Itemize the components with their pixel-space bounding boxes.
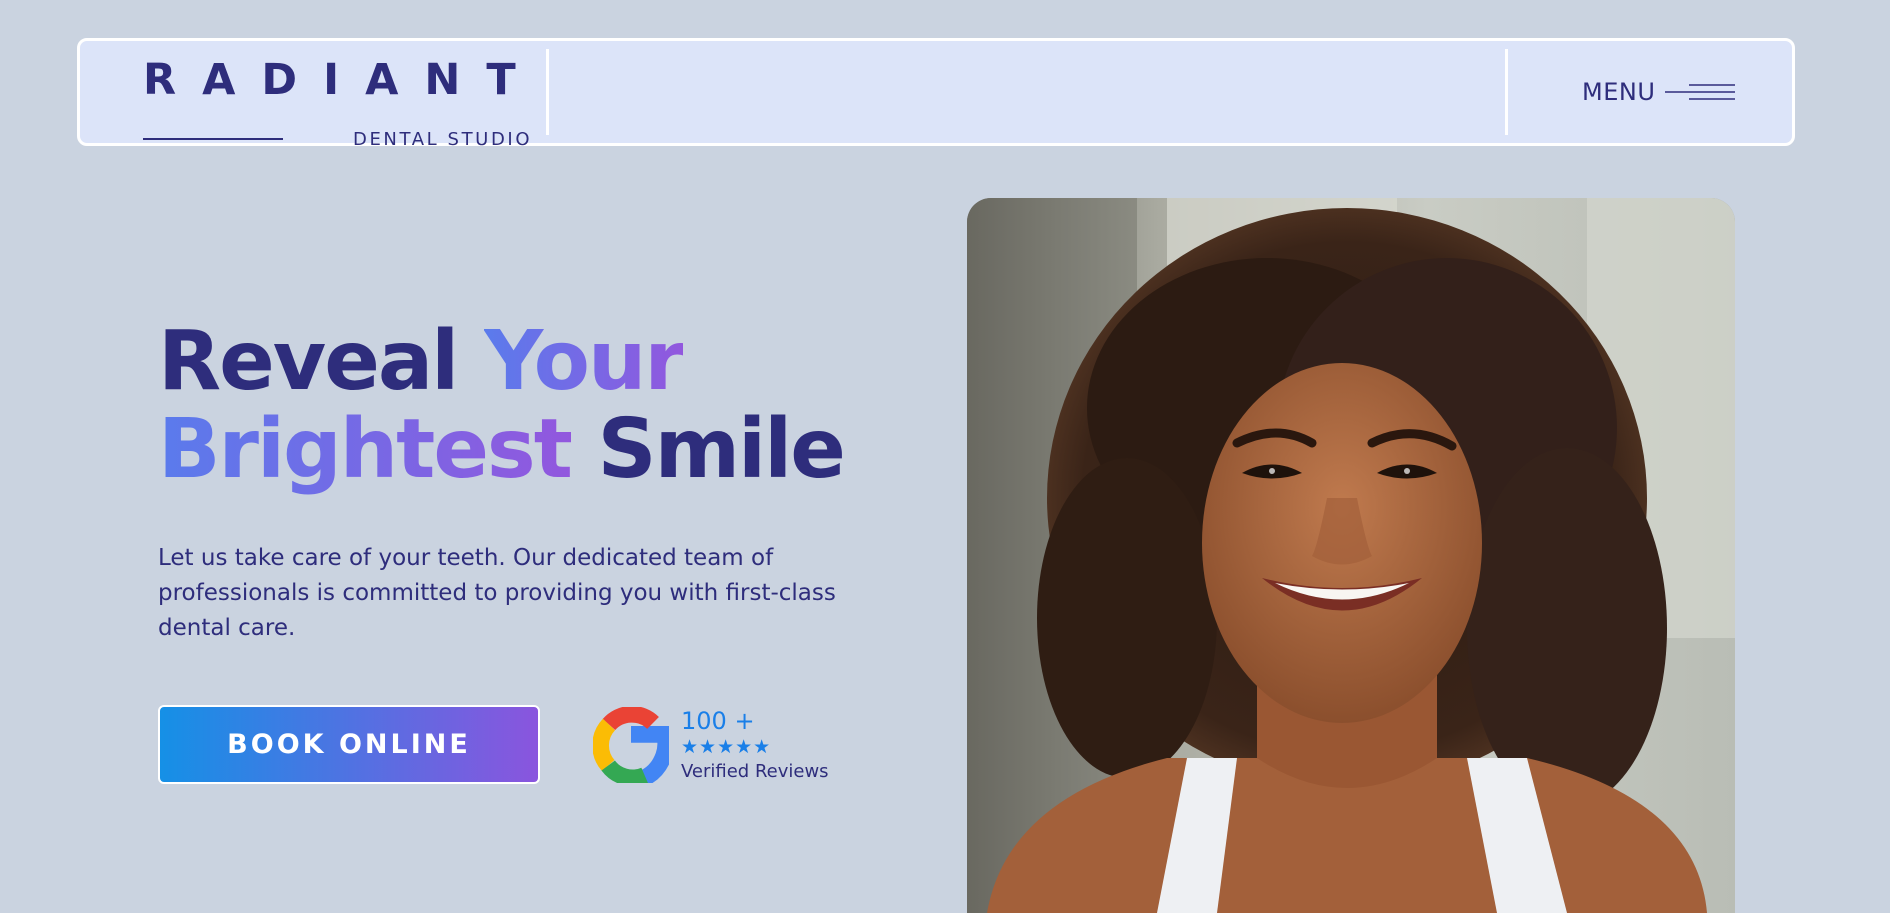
- brand-name: RADIANT: [143, 55, 542, 105]
- headline-word-4: Smile: [597, 402, 846, 497]
- hero-headline: Reveal Your Brightest Smile: [158, 318, 846, 497]
- google-reviews-badge[interactable]: 100 + ★★★★★ Verified Reviews: [593, 705, 853, 785]
- hamburger-icon: [1665, 84, 1736, 100]
- reviews-label: Verified Reviews: [681, 761, 829, 782]
- hero-intro: Let us take care of your teeth. Our dedi…: [158, 545, 836, 641]
- hero-photo: [967, 198, 1735, 913]
- headline-word-3: Brightest: [158, 402, 573, 497]
- brand-subtitle: DENTAL STUDIO: [353, 129, 533, 150]
- menu-label: MENU: [1582, 78, 1656, 106]
- review-count: 100 +: [681, 707, 755, 735]
- header-divider-left: [546, 49, 549, 135]
- star-rating: ★★★★★: [681, 736, 772, 758]
- logo-rule: [143, 138, 283, 140]
- header-divider-right: [1505, 49, 1508, 135]
- google-icon: [593, 707, 669, 783]
- brand-logo[interactable]: RADIANT DENTAL STUDIO: [141, 59, 529, 149]
- site-header: RADIANT DENTAL STUDIO MENU: [77, 38, 1795, 149]
- headline-word-2: Your: [483, 314, 685, 409]
- smiling-woman-photo: [967, 198, 1735, 913]
- book-online-button[interactable]: BOOK ONLINE: [158, 705, 540, 784]
- menu-button[interactable]: MENU: [1582, 77, 1736, 107]
- headline-word-1: Reveal: [158, 314, 459, 409]
